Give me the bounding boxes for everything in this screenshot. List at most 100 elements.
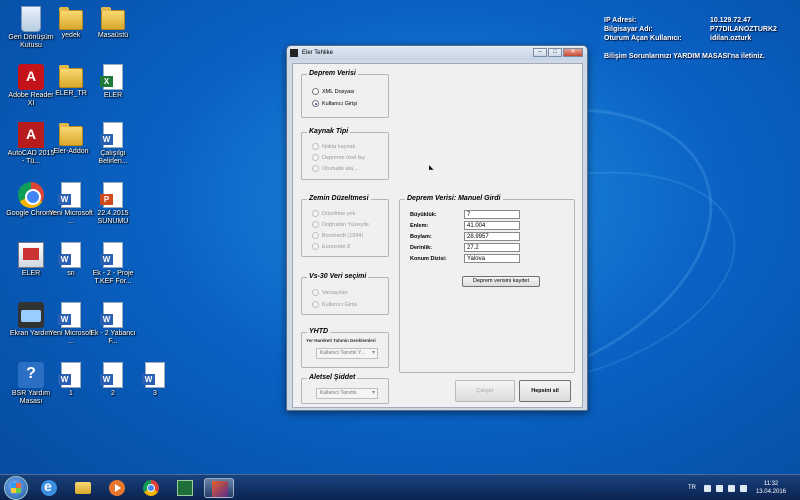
window-title: Eler Tehlike bbox=[302, 50, 333, 56]
radio-label: Depreme özel fay bbox=[322, 154, 366, 161]
maximize-button[interactable]: □ bbox=[548, 48, 562, 57]
flag-icon[interactable] bbox=[715, 484, 723, 492]
excel-icon bbox=[100, 64, 123, 90]
group-title: YHTD bbox=[307, 328, 331, 335]
radio-eurocode8[interactable]: Eurocode 8 bbox=[312, 243, 350, 250]
window-client: Deprem Verisi XML Dosyası Kullanıcı Giri… bbox=[292, 63, 583, 408]
radio-circle-icon bbox=[312, 301, 319, 308]
taskbar-explorer[interactable] bbox=[68, 478, 98, 498]
pdf-icon bbox=[18, 64, 44, 90]
radio-depreme-ozel-fay[interactable]: Depreme özel fay bbox=[312, 154, 365, 161]
word-icon bbox=[100, 302, 123, 328]
folder-icon bbox=[101, 7, 125, 30]
aletsel-dropdown[interactable]: Kullanıcı Tanımlı bbox=[316, 388, 378, 399]
radio-label: Nokta kaynak bbox=[322, 143, 356, 150]
radio-duzeltme-yok[interactable]: Düzeltme yok bbox=[312, 210, 355, 217]
desktop-icon[interactable]: 3 bbox=[130, 362, 180, 398]
pc-label: Bilgisayar Adı: bbox=[604, 26, 653, 33]
radio-label: Eurocode 8 bbox=[322, 243, 351, 250]
enlem-label: Enlem: bbox=[410, 223, 429, 229]
derinlik-label: Derinlik: bbox=[410, 245, 433, 251]
file-explorer-icon bbox=[75, 482, 91, 494]
taskbar-media-player[interactable] bbox=[102, 478, 132, 498]
taskbar-app[interactable] bbox=[170, 478, 200, 498]
word-icon bbox=[58, 362, 81, 388]
radio-label: Borcherdt (1994) bbox=[322, 232, 364, 239]
matlab-icon bbox=[212, 481, 228, 497]
run-button[interactable]: Çalıştır bbox=[455, 380, 515, 402]
folder-icon bbox=[59, 7, 83, 30]
volume-icon[interactable] bbox=[739, 484, 747, 492]
desktop-icon-label: ELER bbox=[103, 92, 123, 99]
clock-time: 11:32 bbox=[763, 481, 779, 487]
clear-all-button[interactable]: Hepsini sil bbox=[519, 380, 571, 402]
mouse-cursor-icon: ◣ bbox=[429, 165, 434, 171]
eler-tehlike-window: Eler Tehlike – □ ✕ Deprem Verisi XML Dos… bbox=[286, 45, 588, 411]
word-icon bbox=[100, 122, 123, 148]
start-button[interactable] bbox=[4, 476, 28, 500]
tray-arrow-icon[interactable] bbox=[703, 484, 711, 492]
desktop-icon[interactable]: 22.4.2015 SUNUMU bbox=[88, 182, 138, 226]
clock[interactable]: 11:32 13.04.2016 bbox=[756, 480, 786, 496]
radio-circle-icon bbox=[312, 154, 319, 161]
radio-xml[interactable]: XML Dosyası bbox=[312, 88, 355, 95]
taskbar-matlab[interactable] bbox=[204, 478, 234, 498]
chrome-icon bbox=[18, 182, 44, 208]
desktop-icon-label: 22.4.2015 SUNUMU bbox=[97, 210, 129, 225]
desktop-icon[interactable]: Masaüstü bbox=[88, 6, 138, 40]
radio-circle-icon bbox=[312, 143, 319, 150]
desktop-icon[interactable]: Ek - 2 Yabancı F... bbox=[88, 302, 138, 346]
radio-varsayilan[interactable]: Varsayılan bbox=[312, 289, 348, 296]
language-indicator[interactable]: TR bbox=[688, 485, 696, 491]
desktop-icon-label: 3 bbox=[153, 390, 157, 397]
radio-dogrudan-yuzeyde[interactable]: Doğrudan Yüzeyde bbox=[312, 221, 369, 228]
vs30-group: Vs-30 Veri seçimi Varsayılan Kullanıcı G… bbox=[301, 273, 389, 315]
app-icon bbox=[290, 49, 298, 57]
app-icon bbox=[18, 242, 44, 268]
screenshot-icon bbox=[18, 302, 44, 328]
taskbar-ie[interactable] bbox=[34, 478, 64, 498]
radio-otomatik-ata[interactable]: Otomatik ata... bbox=[312, 165, 358, 172]
folder-icon bbox=[59, 123, 83, 146]
title-bar[interactable]: Eler Tehlike – □ ✕ bbox=[287, 46, 587, 60]
minimize-button[interactable]: – bbox=[533, 48, 547, 57]
taskbar-chrome[interactable] bbox=[136, 478, 166, 498]
radio-label: Otomatik ata... bbox=[322, 165, 358, 172]
derinlik-input[interactable]: 27.2 bbox=[464, 243, 520, 252]
yhtd-dropdown[interactable]: Kullanıcı Tanımlı Y... bbox=[316, 348, 378, 359]
buyukluk-label: Büyüklük: bbox=[410, 212, 437, 218]
radio-borcherdt[interactable]: Borcherdt (1994) bbox=[312, 232, 363, 239]
taskbar: TR 11:32 13.04.2016 bbox=[0, 474, 800, 500]
konum-dizisi-input[interactable]: Yalova bbox=[464, 254, 520, 263]
help-icon bbox=[18, 362, 44, 388]
radio-label: Kullanıcı Girişi bbox=[322, 100, 358, 107]
close-button[interactable]: ✕ bbox=[563, 48, 583, 57]
save-earthquake-data-button[interactable]: Deprem verisini kaydet bbox=[462, 276, 540, 287]
helpdesk-message: Bilişim Sorunlarınızı YARDIM MASASI'na i… bbox=[604, 53, 765, 60]
desktop-icon[interactable]: ELER bbox=[88, 64, 138, 100]
ip-value: 10.129.72.47 bbox=[710, 17, 751, 24]
network-icon[interactable] bbox=[727, 484, 735, 492]
group-title: Deprem Verisi: Manuel Girdi bbox=[405, 195, 503, 202]
app-window-icon bbox=[177, 480, 193, 496]
zemin-duzeltmesi-group: Zemin Düzeltmesi Düzeltme yok Doğrudan Y… bbox=[301, 195, 389, 257]
desktop-icon[interactable]: Ek - 2 - Proje T.KEF For... bbox=[88, 242, 138, 286]
ip-label: IP Adresi: bbox=[604, 17, 637, 24]
user-label: Oturum Açan Kullanıcı: bbox=[604, 35, 682, 42]
pc-value: P77DILANOZTURK2 bbox=[710, 26, 777, 33]
radio-nokta-kaynak[interactable]: Nokta kaynak bbox=[312, 143, 355, 150]
group-title: Deprem Verisi bbox=[307, 70, 358, 77]
group-title: Vs-30 Veri seçimi bbox=[307, 273, 369, 280]
buyukluk-input[interactable]: 7 bbox=[464, 210, 520, 219]
boylam-input[interactable]: 28.9957 bbox=[464, 232, 520, 241]
manual-input-group: Deprem Verisi: Manuel Girdi Büyüklük: 7 … bbox=[399, 195, 575, 373]
radio-circle-icon bbox=[312, 88, 319, 95]
system-tray: TR 11:32 13.04.2016 bbox=[688, 475, 792, 500]
enlem-input[interactable]: 41.004 bbox=[464, 221, 520, 230]
word-icon bbox=[58, 242, 81, 268]
deprem-verisi-group: Deprem Verisi XML Dosyası Kullanıcı Giri… bbox=[301, 70, 389, 118]
radio-vs30-kullanici[interactable]: Kullanıcı Girişi bbox=[312, 301, 357, 308]
autocad-icon bbox=[18, 122, 44, 148]
radio-kullanici-girisi[interactable]: Kullanıcı Girişi bbox=[312, 100, 357, 107]
desktop-icon[interactable]: Çalışılgı Belirlen... bbox=[88, 122, 138, 166]
